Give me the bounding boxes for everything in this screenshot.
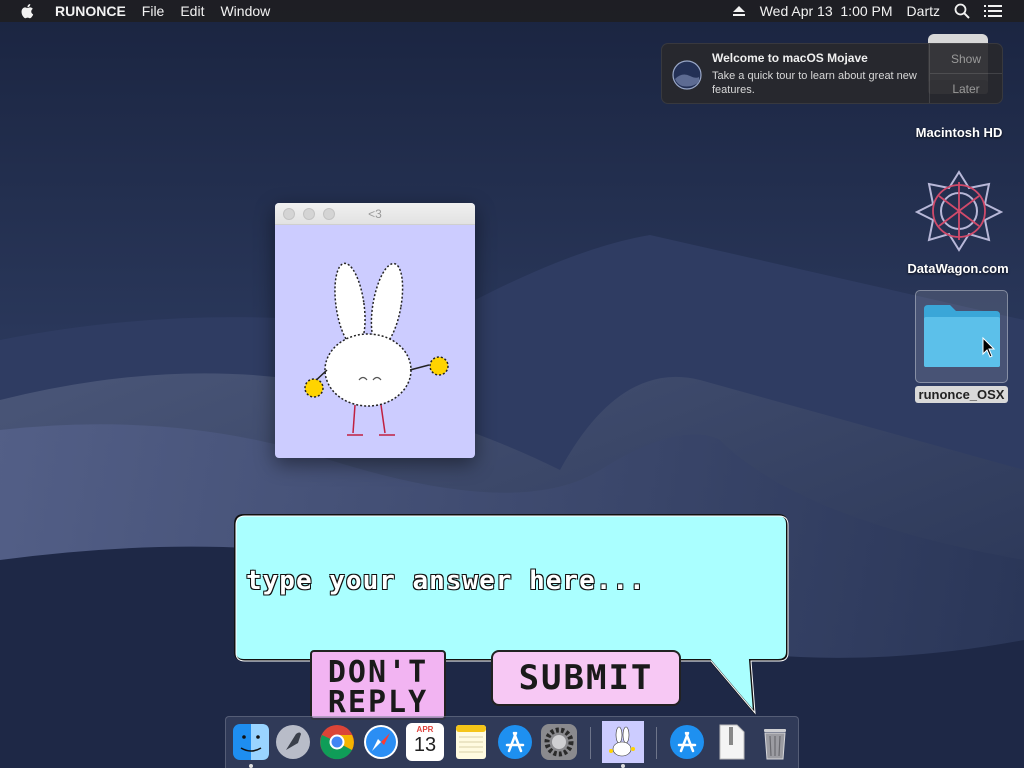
- runonce-app-icon[interactable]: [602, 721, 644, 763]
- finder-running-indicator: [249, 764, 253, 768]
- menu-window[interactable]: Window: [220, 3, 270, 19]
- apple-menu-icon[interactable]: [19, 2, 37, 20]
- macintosh-hd-label[interactable]: Macintosh HD: [905, 125, 1013, 140]
- dock: APR 13: [225, 716, 799, 768]
- zip-file-icon[interactable]: [712, 723, 750, 761]
- bunny-illustration: [304, 262, 449, 436]
- menu-edit[interactable]: Edit: [180, 3, 204, 19]
- finder-icon[interactable]: [232, 723, 270, 761]
- calendar-day: 13: [413, 734, 437, 756]
- runonce-running-indicator: [621, 764, 625, 768]
- app-store-icon[interactable]: [496, 723, 534, 761]
- calendar-icon[interactable]: APR 13: [406, 723, 444, 761]
- launchpad-icon[interactable]: [274, 723, 312, 761]
- user-menu[interactable]: Dartz: [907, 3, 940, 19]
- notification-show-button[interactable]: Show: [930, 44, 1002, 73]
- app-store-downloads-icon[interactable]: [668, 723, 706, 761]
- window-title: <3: [368, 206, 382, 221]
- folder-icon[interactable]: [922, 303, 1002, 369]
- chrome-icon[interactable]: [318, 723, 356, 761]
- notification-title: Welcome to macOS Mojave: [712, 51, 868, 65]
- dock-separator: [590, 727, 591, 759]
- datawagon-icon[interactable]: [915, 168, 1003, 252]
- window-titlebar[interactable]: <3: [275, 203, 475, 225]
- calendar-month: APR: [416, 725, 434, 734]
- dont-reply-button[interactable]: DON'T REPLY: [310, 650, 446, 720]
- datawagon-label[interactable]: DataWagon.com: [898, 261, 1018, 276]
- app-name-menu[interactable]: RUNONCE: [55, 3, 126, 19]
- menu-bar-extras: Wed Apr 13 1:00 PM Dartz: [732, 0, 1024, 22]
- notification-body: Take a quick tour to learn about great n…: [712, 70, 917, 96]
- answer-input[interactable]: [246, 526, 766, 636]
- clock[interactable]: Wed Apr 13 1:00 PM: [760, 3, 893, 19]
- mouse-cursor-icon: [982, 337, 996, 358]
- notification-center-icon[interactable]: [984, 4, 1002, 18]
- safari-icon[interactable]: [362, 723, 400, 761]
- system-preferences-icon[interactable]: [540, 723, 578, 761]
- spotlight-search-icon[interactable]: [954, 3, 970, 19]
- notes-icon[interactable]: [452, 723, 490, 761]
- bunny-window[interactable]: <3: [275, 203, 475, 458]
- mojave-welcome-notification[interactable]: Welcome to macOS Mojave Take a quick tou…: [661, 43, 1003, 104]
- mojave-icon: [672, 60, 702, 90]
- menu-bar: RUNONCE File Edit Window Wed Apr 13 1:00…: [0, 0, 1024, 22]
- runonce-folder-label[interactable]: runonce_OSX: [915, 387, 1008, 402]
- trash-icon[interactable]: [756, 723, 794, 761]
- dock-separator: [656, 727, 657, 759]
- eject-icon[interactable]: [732, 5, 746, 17]
- submit-button[interactable]: SUBMIT: [491, 650, 681, 706]
- notification-later-button[interactable]: Later: [930, 73, 1002, 103]
- menu-file[interactable]: File: [142, 3, 165, 19]
